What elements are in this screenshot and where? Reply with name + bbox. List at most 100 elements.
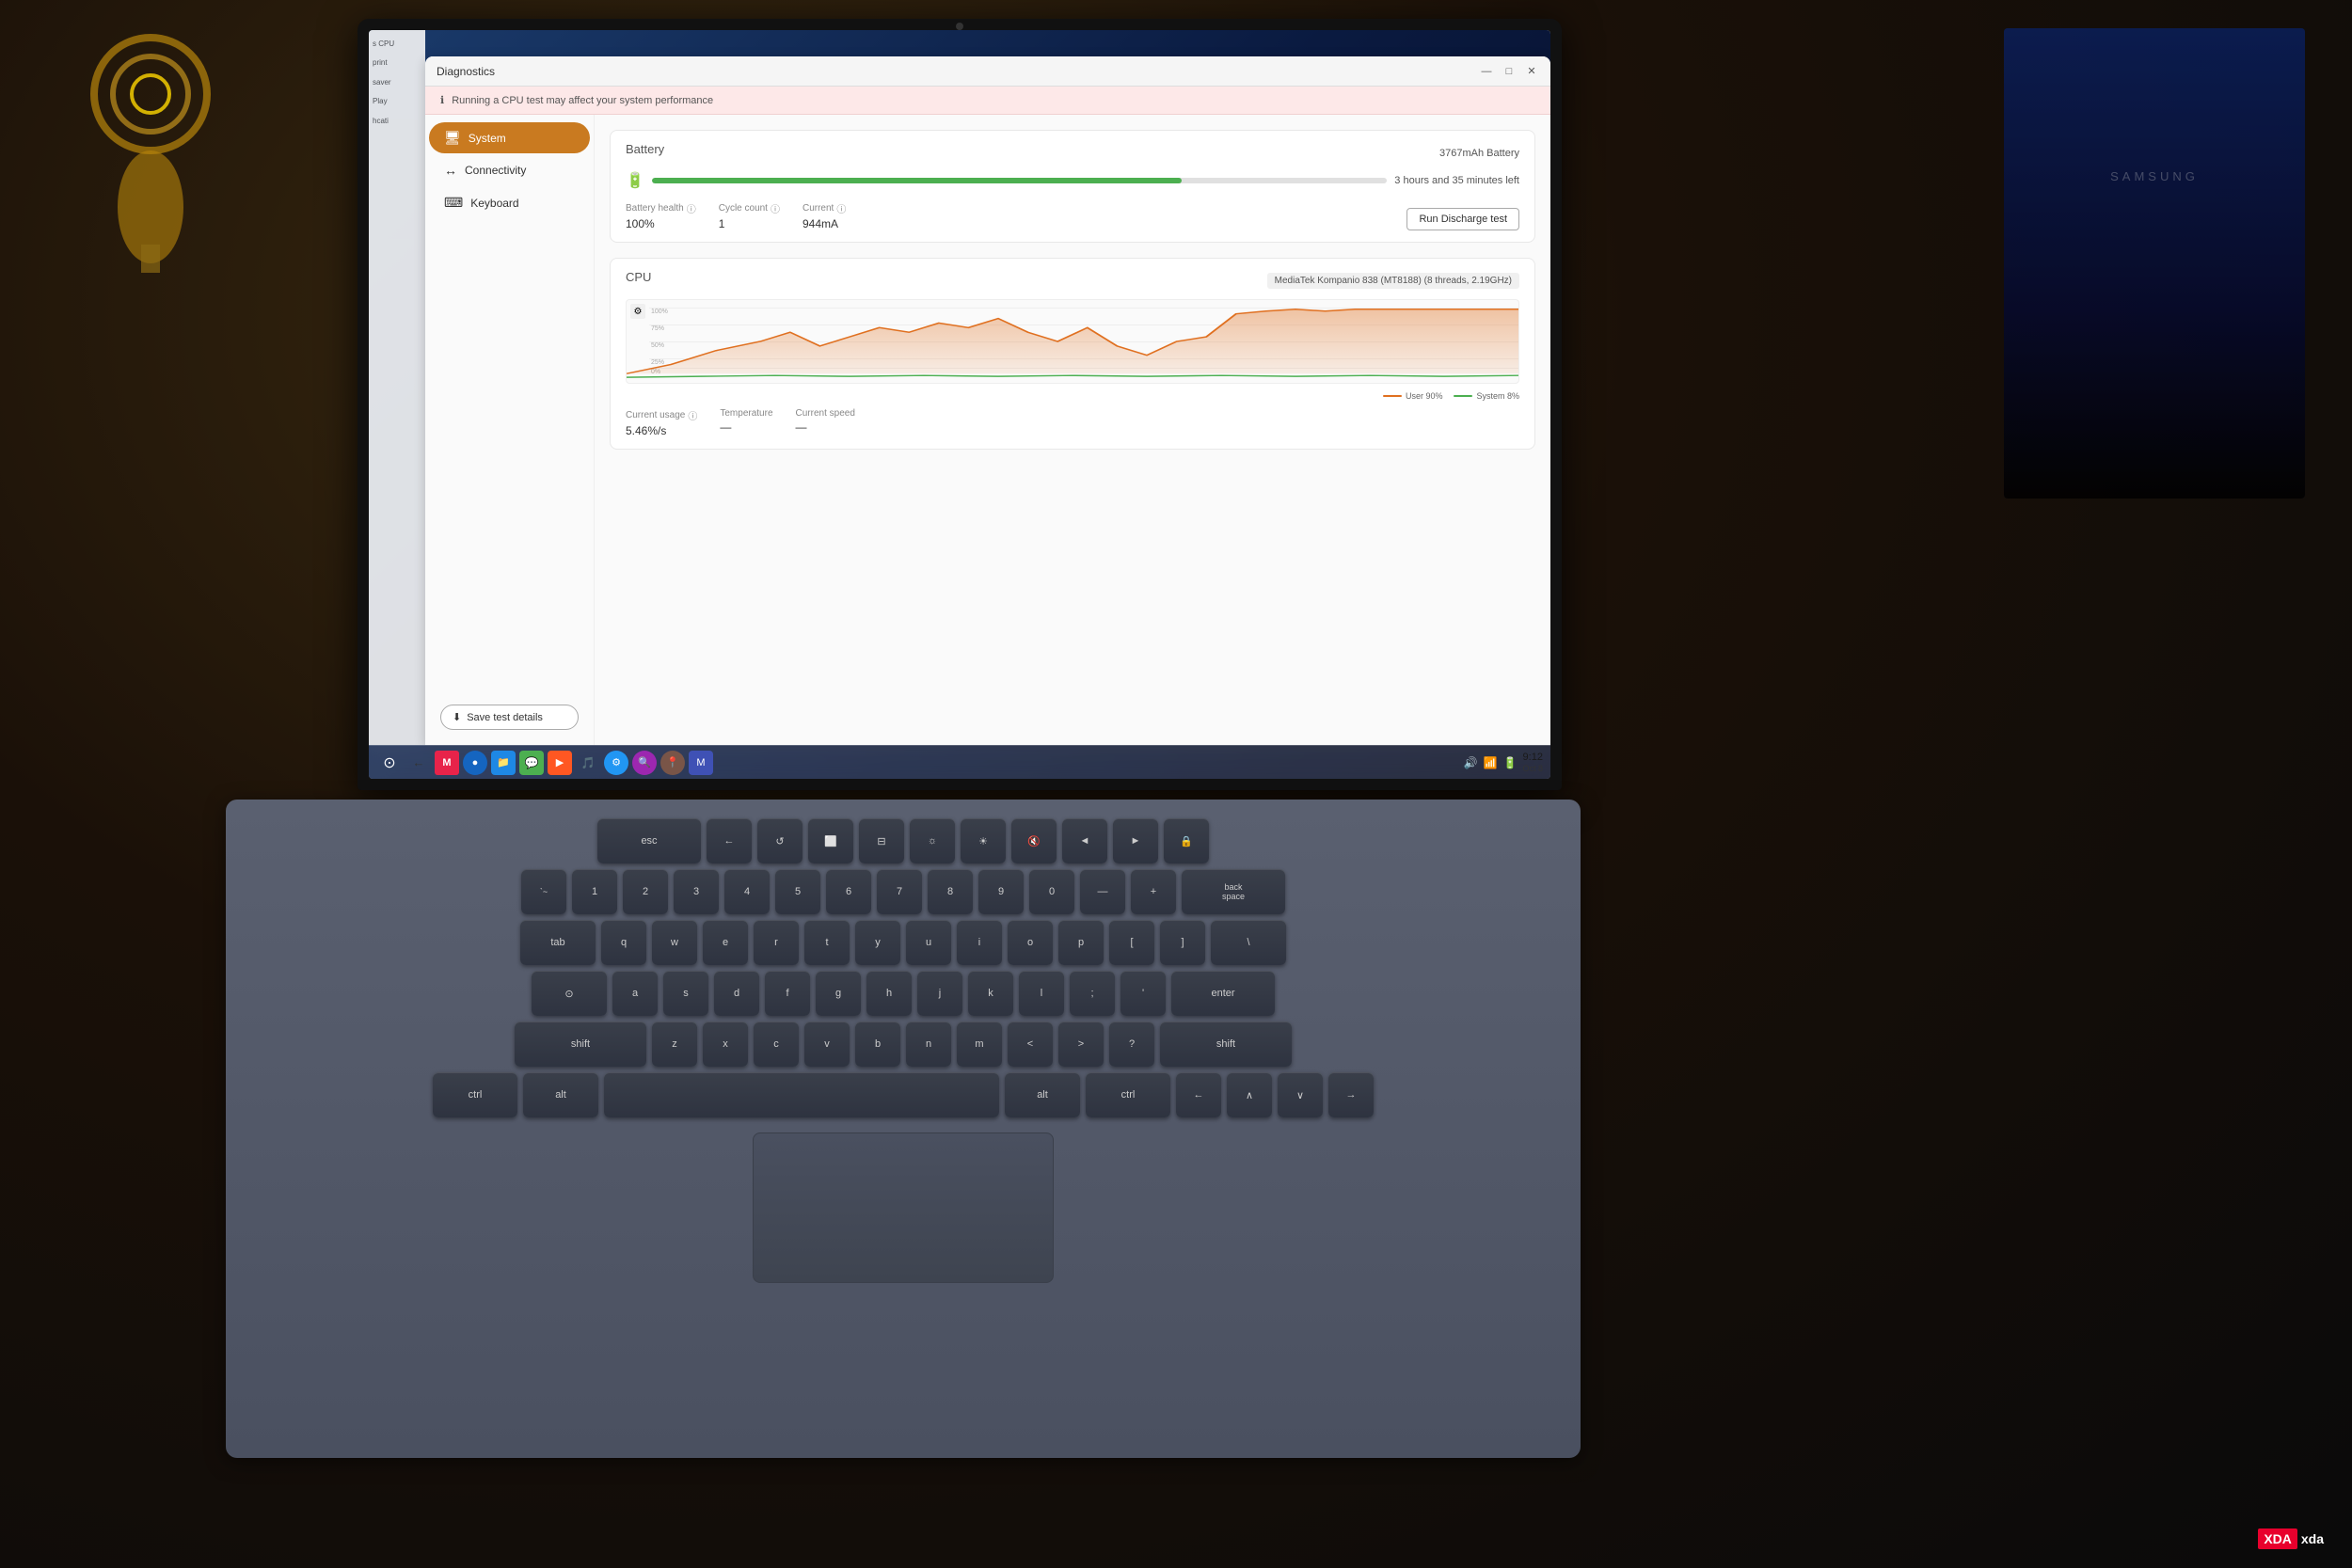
close-button[interactable]: ✕ (1524, 64, 1539, 79)
key-space[interactable] (604, 1072, 999, 1117)
key-arrow-down[interactable]: ∨ (1278, 1072, 1323, 1117)
key-a[interactable]: a (612, 971, 658, 1016)
key-s[interactable]: s (663, 971, 708, 1016)
sidebar-item-keyboard[interactable]: ⌨ Keyboard (429, 187, 590, 218)
cycle-info-icon[interactable]: ⓘ (771, 201, 780, 215)
key-k[interactable]: k (968, 971, 1013, 1016)
key-alt-right[interactable]: alt (1005, 1072, 1080, 1117)
key-x[interactable]: x (703, 1022, 748, 1067)
touchpad[interactable] (753, 1132, 1054, 1283)
minimize-button[interactable]: — (1479, 64, 1494, 79)
key-plus[interactable]: + (1131, 869, 1176, 914)
key-esc[interactable]: esc (597, 818, 701, 863)
key-refresh[interactable]: ↺ (757, 818, 803, 863)
key-i[interactable]: i (957, 920, 1002, 965)
key-back[interactable]: ← (707, 818, 752, 863)
key-comma[interactable]: < (1008, 1022, 1053, 1067)
save-test-button[interactable]: ⬇ Save test details (440, 705, 579, 730)
key-arrow-left[interactable]: ← (1176, 1072, 1221, 1117)
key-h[interactable]: h (866, 971, 912, 1016)
key-lbracket[interactable]: [ (1109, 920, 1154, 965)
key-arrow-up[interactable]: ∧ (1227, 1072, 1272, 1117)
key-n[interactable]: n (906, 1022, 951, 1067)
key-shift-right[interactable]: shift (1160, 1022, 1292, 1067)
key-8[interactable]: 8 (928, 869, 973, 914)
key-v[interactable]: v (804, 1022, 850, 1067)
settings-icon[interactable]: ⚙ (604, 751, 628, 775)
meet-icon[interactable]: M (689, 751, 713, 775)
key-1[interactable]: 1 (572, 869, 617, 914)
key-4[interactable]: 4 (724, 869, 770, 914)
health-info-icon[interactable]: ⓘ (687, 201, 696, 215)
key-alt-left[interactable]: alt (523, 1072, 598, 1117)
back-button[interactable]: ← (406, 751, 431, 775)
wifi-icon[interactable]: 📶 (1484, 756, 1498, 769)
key-slash[interactable]: ? (1109, 1022, 1154, 1067)
key-3[interactable]: 3 (674, 869, 719, 914)
key-t[interactable]: t (804, 920, 850, 965)
key-d[interactable]: d (714, 971, 759, 1016)
volume-icon[interactable]: 🔊 (1464, 756, 1478, 769)
messages-icon[interactable]: 💬 (519, 751, 544, 775)
key-backslash[interactable]: \ (1211, 920, 1286, 965)
key-9[interactable]: 9 (978, 869, 1024, 914)
maximize-button[interactable]: □ (1502, 64, 1517, 79)
key-arrow-right[interactable]: → (1328, 1072, 1374, 1117)
key-0[interactable]: 0 (1029, 869, 1074, 914)
sidebar-item-connectivity[interactable]: ↔ Connectivity (429, 155, 590, 185)
key-g[interactable]: g (816, 971, 861, 1016)
key-vol-down[interactable]: ◄ (1062, 818, 1107, 863)
key-u[interactable]: u (906, 920, 951, 965)
key-lock[interactable]: 🔒 (1164, 818, 1209, 863)
key-z[interactable]: z (652, 1022, 697, 1067)
key-overview[interactable]: ⊟ (859, 818, 904, 863)
usage-info-icon[interactable]: ⓘ (688, 408, 697, 422)
key-b[interactable]: b (855, 1022, 900, 1067)
key-r[interactable]: r (754, 920, 799, 965)
key-shift-left[interactable]: shift (515, 1022, 646, 1067)
files-icon[interactable]: 📁 (491, 751, 516, 775)
spotify-icon[interactable]: 🎵 (576, 751, 600, 775)
key-rbracket[interactable]: ] (1160, 920, 1205, 965)
key-tab[interactable]: tab (520, 920, 596, 965)
key-m[interactable]: m (957, 1022, 1002, 1067)
run-discharge-test-button[interactable]: Run Discharge test (1406, 208, 1519, 230)
sidebar-item-system[interactable]: 🖥 System (429, 122, 590, 153)
key-f[interactable]: f (765, 971, 810, 1016)
battery-status-icon[interactable]: 🔋 (1503, 756, 1518, 769)
key-w[interactable]: w (652, 920, 697, 965)
search-icon[interactable]: 🔍 (632, 751, 657, 775)
date-time-display[interactable]: 9:12 Oct 8 (1522, 752, 1543, 773)
key-o[interactable]: o (1008, 920, 1053, 965)
key-mute[interactable]: 🔇 (1011, 818, 1057, 863)
key-enter[interactable]: enter (1171, 971, 1275, 1016)
launcher-button[interactable]: ⊙ (376, 750, 403, 776)
key-6[interactable]: 6 (826, 869, 871, 914)
key-2[interactable]: 2 (623, 869, 668, 914)
key-e[interactable]: e (703, 920, 748, 965)
key-bright-up[interactable]: ☀ (961, 818, 1006, 863)
key-c[interactable]: c (754, 1022, 799, 1067)
chrome-icon[interactable]: ● (463, 751, 487, 775)
key-backtick[interactable]: `~ (521, 869, 566, 914)
key-fullscreen[interactable]: ⬜ (808, 818, 853, 863)
key-period[interactable]: > (1058, 1022, 1104, 1067)
key-7[interactable]: 7 (877, 869, 922, 914)
key-search[interactable]: ⊙ (532, 971, 607, 1016)
key-quote[interactable]: ' (1120, 971, 1166, 1016)
key-minus[interactable]: — (1080, 869, 1125, 914)
key-bright-down[interactable]: ☼ (910, 818, 955, 863)
key-l[interactable]: l (1019, 971, 1064, 1016)
youtube-icon[interactable]: ▶ (548, 751, 572, 775)
key-q[interactable]: q (601, 920, 646, 965)
key-p[interactable]: p (1058, 920, 1104, 965)
key-vol-up[interactable]: ► (1113, 818, 1158, 863)
key-ctrl-right[interactable]: ctrl (1086, 1072, 1170, 1117)
key-ctrl-left[interactable]: ctrl (433, 1072, 517, 1117)
key-semicolon[interactable]: ; (1070, 971, 1115, 1016)
key-backspace[interactable]: backspace (1182, 869, 1285, 914)
gmail-icon[interactable]: M (435, 751, 459, 775)
key-y[interactable]: y (855, 920, 900, 965)
current-info-icon[interactable]: ⓘ (836, 201, 846, 215)
key-5[interactable]: 5 (775, 869, 820, 914)
